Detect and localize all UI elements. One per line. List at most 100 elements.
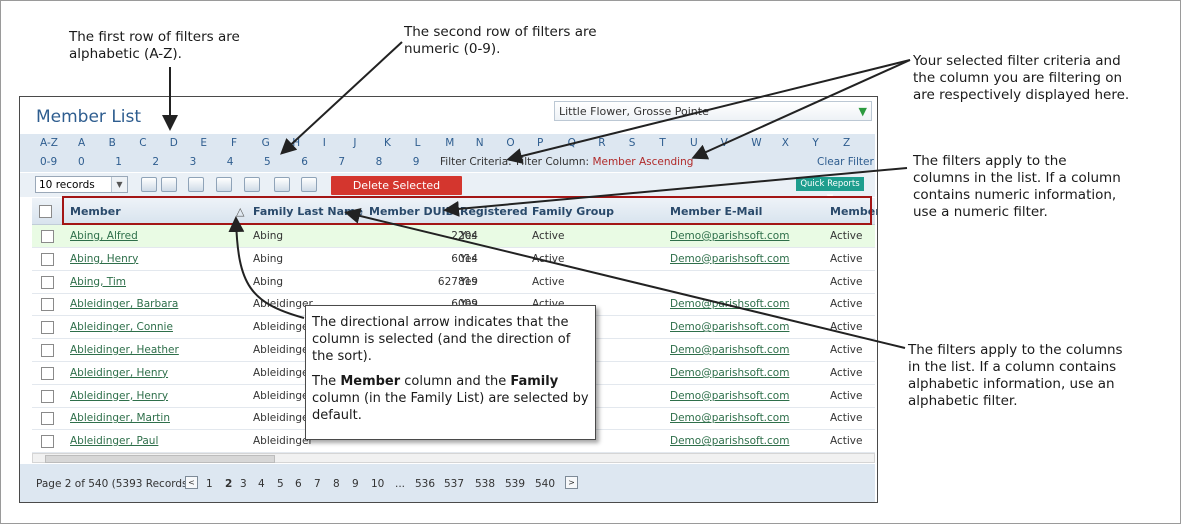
select-all-checkbox[interactable] [39, 205, 52, 218]
row-checkbox[interactable] [41, 435, 54, 449]
member-name-link[interactable]: Ableidinger, Connie [70, 321, 173, 333]
pager-page-link[interactable]: 5 [277, 478, 284, 490]
row-checkbox[interactable] [41, 321, 54, 335]
alpha-filter-d[interactable]: D [170, 137, 178, 149]
alpha-filter-e[interactable]: E [200, 137, 207, 149]
alpha-filter-i[interactable]: I [323, 137, 326, 149]
pager-page-link[interactable]: 4 [258, 478, 265, 490]
member-email-link[interactable]: Demo@parishsoft.com [670, 321, 789, 333]
alpha-filter-r[interactable]: R [598, 137, 605, 149]
pager-page-link[interactable]: 538 [475, 478, 495, 490]
alpha-filter-s[interactable]: S [629, 137, 636, 149]
alpha-filter-h[interactable]: H [292, 137, 300, 149]
numeric-filter-8[interactable]: 8 [376, 156, 383, 168]
alpha-filter-u[interactable]: U [690, 137, 698, 149]
alpha-filter-v[interactable]: V [721, 137, 728, 149]
alpha-filter-m[interactable]: M [445, 137, 454, 149]
member-email-link[interactable]: Demo@parishsoft.com [670, 367, 789, 379]
clear-filter-link[interactable]: Clear Filter [817, 156, 874, 168]
member-name-link[interactable]: Ableidinger, Henry [70, 367, 168, 379]
records-per-page-select[interactable]: 10 records ▼ [35, 176, 128, 193]
alpha-filter-c[interactable]: C [139, 137, 146, 149]
member-name-link[interactable]: Ableidinger, Paul [70, 435, 158, 447]
member-email-link[interactable]: Demo@parishsoft.com [670, 298, 789, 310]
row-checkbox[interactable] [41, 344, 54, 357]
pager-page-link[interactable]: 6 [295, 478, 302, 490]
row-checkbox[interactable] [41, 298, 54, 312]
report-icon[interactable] [301, 177, 317, 192]
numeric-filter-1[interactable]: 1 [115, 156, 122, 168]
email-icon[interactable] [216, 177, 232, 192]
pager-page-link[interactable]: 9 [352, 478, 359, 490]
pager-page-link[interactable]: 2 [225, 478, 232, 490]
table-row[interactable]: Abing, Tim Abing 627819 Yes Active Active [32, 271, 875, 294]
parish-select[interactable]: Little Flower, Grosse Pointe ▼ [554, 101, 872, 121]
alpha-filter-z[interactable]: Z [843, 137, 850, 149]
pager-page-link[interactable]: 540 [535, 478, 555, 490]
row-checkbox[interactable] [41, 412, 54, 426]
alpha-filter-l[interactable]: L [415, 137, 421, 149]
member-email-link[interactable]: Demo@parishsoft.com [670, 230, 789, 242]
row-checkbox[interactable] [41, 252, 54, 266]
export-excel-icon[interactable] [141, 177, 157, 192]
filter-icon[interactable] [274, 177, 290, 192]
member-email-link[interactable]: Demo@parishsoft.com [670, 390, 789, 402]
alpha-filter-w[interactable]: W [751, 137, 761, 149]
alpha-filter-n[interactable]: N [476, 137, 484, 149]
member-name-link[interactable]: Ableidinger, Martin [70, 412, 170, 424]
alpha-filter-j[interactable]: J [353, 137, 356, 149]
member-name-link[interactable]: Ableidinger, Barbara [70, 298, 178, 310]
numeric-filter-3[interactable]: 3 [190, 156, 197, 168]
member-name-link[interactable]: Ableidinger, Heather [70, 344, 179, 356]
alpha-filter-o[interactable]: O [506, 137, 514, 149]
numeric-filter-4[interactable]: 4 [227, 156, 234, 168]
alpha-filter-a[interactable]: A [78, 137, 85, 149]
member-name-link[interactable]: Abing, Alfred [70, 230, 138, 242]
row-checkbox[interactable] [41, 366, 54, 380]
labels-icon[interactable] [244, 177, 260, 192]
member-email-link[interactable]: Demo@parishsoft.com [670, 435, 789, 447]
pager-page-link[interactable]: 539 [505, 478, 525, 490]
pager-page-link[interactable]: 7 [314, 478, 321, 490]
numeric-filter-7[interactable]: 7 [338, 156, 345, 168]
member-name-link[interactable]: Abing, Henry [70, 253, 138, 265]
alpha-filter-t[interactable]: T [659, 137, 665, 149]
pager-page-link[interactable]: 537 [444, 478, 464, 490]
horizontal-scrollbar[interactable] [32, 453, 875, 463]
row-checkbox[interactable] [41, 230, 54, 243]
row-checkbox[interactable] [41, 389, 54, 403]
alpha-filter-x[interactable]: X [782, 137, 789, 149]
member-email-link[interactable]: Demo@parishsoft.com [670, 344, 789, 356]
alpha-filter-k[interactable]: K [384, 137, 391, 149]
quick-reports-button[interactable]: Quick Reports ▼ [796, 177, 864, 203]
pager-page-link[interactable]: 3 [240, 478, 247, 490]
pager-page-link[interactable]: 1 [206, 478, 213, 490]
columns-icon[interactable] [188, 177, 204, 192]
numeric-filter-5[interactable]: 5 [264, 156, 271, 168]
pager-page-link[interactable]: 10 [371, 478, 384, 490]
table-row[interactable]: Abing, Henry Abing 6014 Yes Active Demo@paris… [32, 248, 875, 271]
member-email-link[interactable]: Demo@parishsoft.com [670, 253, 789, 265]
alpha-filter-y[interactable]: Y [812, 137, 818, 149]
numeric-filter-0[interactable]: 0 [78, 156, 85, 168]
pager-next-button[interactable]: > [565, 476, 578, 489]
numeric-filter-9[interactable]: 9 [413, 156, 420, 168]
table-row[interactable]: Abing, Alfred Abing 2204 Yes Active Demo@pari… [32, 225, 875, 248]
alpha-filter-b[interactable]: B [109, 137, 116, 149]
numeric-filter-2[interactable]: 2 [152, 156, 159, 168]
export-refresh-icon[interactable] [161, 177, 177, 192]
numeric-filter-6[interactable]: 6 [301, 156, 308, 168]
pager-page-link[interactable]: 8 [333, 478, 340, 490]
pager-page-link[interactable]: 536 [415, 478, 435, 490]
row-checkbox[interactable] [41, 275, 54, 289]
delete-selected-members-button[interactable]: Delete Selected Members [331, 176, 462, 211]
alpha-filter-q[interactable]: Q [568, 137, 576, 149]
alpha-filter-p[interactable]: P [537, 137, 543, 149]
member-email-link[interactable]: Demo@parishsoft.com [670, 412, 789, 424]
alpha-filter-g[interactable]: G [262, 137, 270, 149]
member-name-link[interactable]: Ableidinger, Henry [70, 390, 168, 402]
member-name-link[interactable]: Abing, Tim [70, 276, 126, 288]
scrollbar-thumb[interactable] [45, 455, 275, 463]
alpha-filter-f[interactable]: F [231, 137, 237, 149]
pager-prev-button[interactable]: < [185, 476, 198, 489]
